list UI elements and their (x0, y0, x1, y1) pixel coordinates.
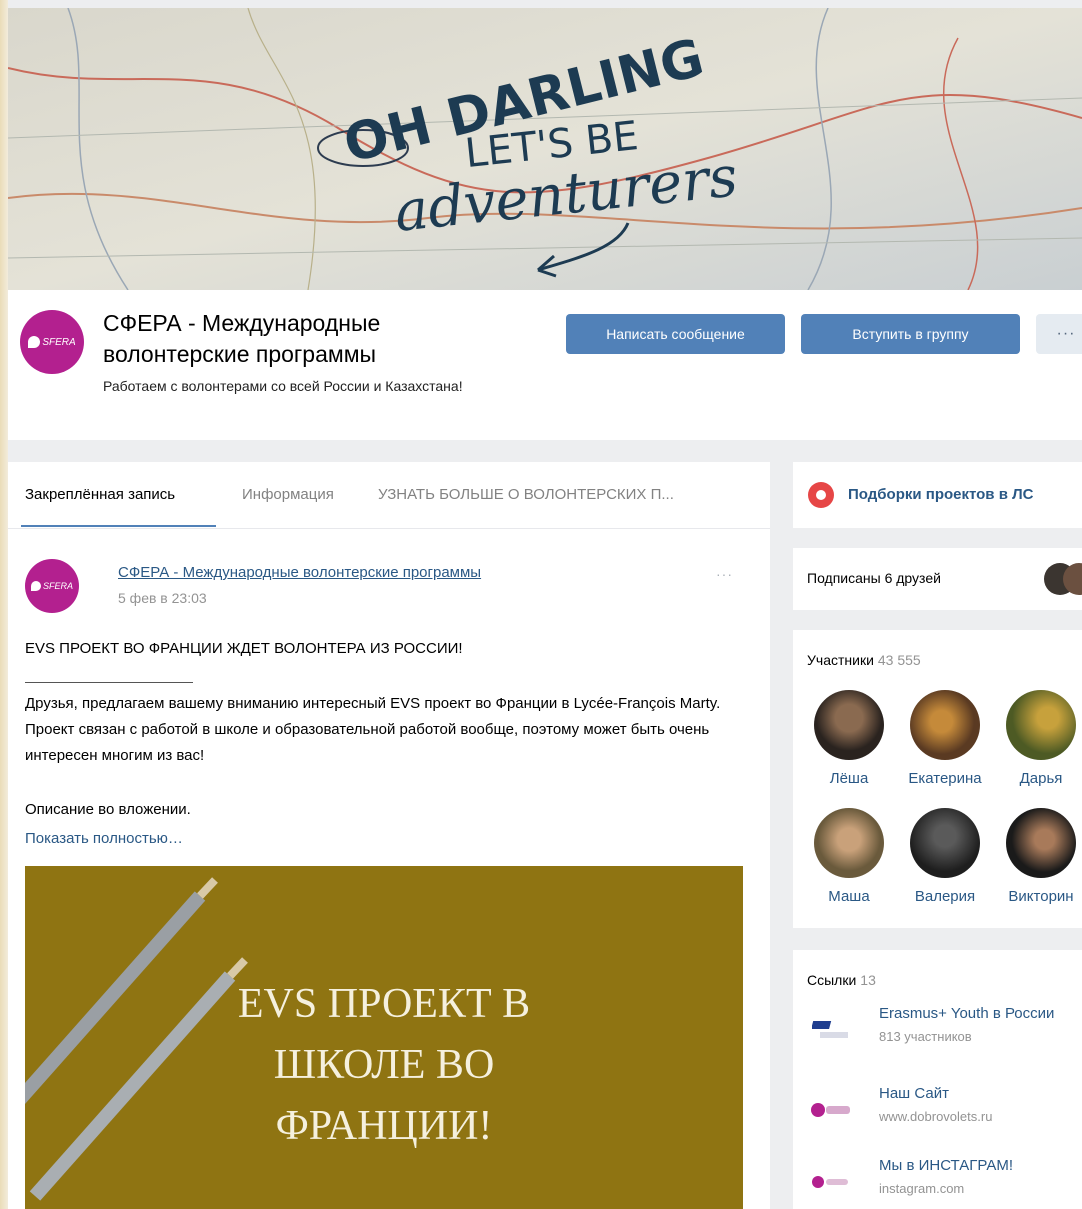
member-name: Дарья (1019, 770, 1063, 787)
friends-card[interactable]: Подписаны 6 друзей (793, 548, 1082, 610)
sfera-logo-icon (807, 1095, 857, 1125)
tab-pinned-post[interactable]: Закреплённая запись (25, 486, 175, 503)
link-subtitle: 813 участников (879, 1029, 972, 1044)
member-name: Викторин (1008, 888, 1074, 905)
members-count: 43 555 (877, 652, 921, 668)
links-title[interactable]: Ссылки 13 (807, 972, 876, 988)
group-name: СФЕРА - Международные волонтерские прогр… (103, 310, 381, 367)
links-label: Ссылки (807, 972, 857, 988)
post-avatar-text: SFERA (42, 581, 73, 591)
post-image-line-2: ШКОЛЕ ВО (273, 1042, 495, 1088)
cover-image: OH DARLING LET'S BE adventurers (8, 8, 1082, 290)
post-image[interactable]: EVS ПРОЕКТ В ШКОЛЕ ВО ФРАНЦИИ! (25, 866, 743, 1209)
members-title[interactable]: Участники 43 555 (807, 652, 921, 668)
link-title: Мы в ИНСТАГРАМ! (879, 1157, 1013, 1174)
member-name: Екатерина (908, 770, 982, 787)
links-count: 13 (860, 972, 876, 988)
group-status: Работаем с волонтерами со всей России и … (103, 378, 463, 394)
post-image-line-1: EVS ПРОЕКТ В (237, 981, 531, 1027)
link-item[interactable]: Наш Сайт www.dobrovolets.ru (807, 1085, 1082, 1135)
post-image-line-3: ФРАНЦИИ! (275, 1103, 493, 1149)
sfera-logo-icon (807, 1167, 857, 1197)
link-title: Наш Сайт (879, 1085, 949, 1102)
member-name: Маша (828, 888, 870, 905)
wall: Закреплённая запись Информация УЗНАТЬ БО… (8, 462, 770, 1209)
group-header: SFERA СФЕРА - Международные волонтерские… (8, 290, 1082, 440)
member-item[interactable]: Дарья (993, 690, 1082, 787)
collections-link[interactable]: Подборки проектов в ЛС (848, 486, 1033, 503)
link-title: Erasmus+ Youth в России (879, 1005, 1055, 1022)
post-date[interactable]: 5 фев в 23:03 (118, 590, 207, 606)
member-name: Лёша (829, 770, 869, 787)
links-card: Ссылки 13 Erasmus+ Youth в России 813 уча… (793, 950, 1082, 1209)
join-group-button[interactable]: Вступить в группу (801, 314, 1020, 354)
link-item[interactable]: Erasmus+ Youth в России 813 участников (807, 1005, 1082, 1055)
member-item[interactable]: Викторин (993, 808, 1082, 905)
send-message-button[interactable]: Написать сообщение (566, 314, 785, 354)
post-author-link[interactable]: СФЕРА - Международные волонтерские прогр… (118, 564, 481, 581)
post-headline: EVS ПРОЕКТ ВО ФРАНЦИИ ЖДЕТ ВОЛОНТЕРА ИЗ … (25, 640, 463, 657)
post-body: Друзья, предлагаем вашему вниманию интер… (25, 695, 721, 764)
erasmus-logo-icon (807, 1015, 857, 1045)
wall-tabs: Закреплённая запись Информация УЗНАТЬ БО… (8, 462, 770, 529)
link-subtitle: instagram.com (879, 1181, 965, 1196)
member-avatar (910, 808, 980, 878)
member-avatar (1006, 690, 1076, 760)
member-avatar (910, 690, 980, 760)
member-item[interactable]: Екатерина (897, 690, 993, 787)
friends-subscribed[interactable]: Подписаны 6 друзей (807, 570, 941, 586)
sfera-logo-icon (28, 336, 41, 348)
page: OH DARLING LET'S BE adventurers SFERA СФ… (8, 0, 1082, 1209)
more-actions-button[interactable]: ··· (1036, 314, 1082, 354)
tab-learn-more[interactable]: УЗНАТЬ БОЛЬШЕ О ВОЛОНТЕРСКИХ П... (378, 486, 674, 503)
sfera-logo-icon (30, 581, 41, 591)
link-item[interactable]: Мы в ИНСТАГРАМ! instagram.com (807, 1157, 1082, 1207)
member-avatar (1006, 808, 1076, 878)
post-author-avatar[interactable]: SFERA (25, 559, 79, 613)
members-label: Участники (807, 652, 874, 668)
group-avatar-text: SFERA (42, 336, 76, 348)
collections-card[interactable]: Подборки проектов в ЛС (793, 462, 1082, 528)
member-avatar (814, 690, 884, 760)
member-avatar (814, 808, 884, 878)
tab-info[interactable]: Информация (242, 486, 334, 503)
show-more-link[interactable]: Показать полностью… (25, 830, 183, 847)
link-subtitle: www.dobrovolets.ru (879, 1109, 993, 1124)
collections-icon (808, 482, 834, 508)
group-avatar[interactable]: SFERA (20, 310, 84, 374)
member-item[interactable]: Лёша (801, 690, 897, 787)
post-separator (25, 682, 193, 683)
member-item[interactable]: Маша (801, 808, 897, 905)
active-tab-indicator (21, 525, 216, 527)
members-card: Участники 43 555 Лёша Екатерина Дарья Маш… (793, 630, 1082, 928)
member-item[interactable]: Валерия (897, 808, 993, 905)
friends-avatars[interactable] (1043, 562, 1082, 596)
post-menu-button[interactable]: ··· (716, 566, 733, 582)
member-name: Валерия (914, 888, 976, 905)
post-attachment-note: Описание во вложении. (25, 801, 191, 818)
post-image-caption: EVS ПРОЕКТ В ШКОЛЕ ВО ФРАНЦИИ! (25, 974, 743, 1157)
